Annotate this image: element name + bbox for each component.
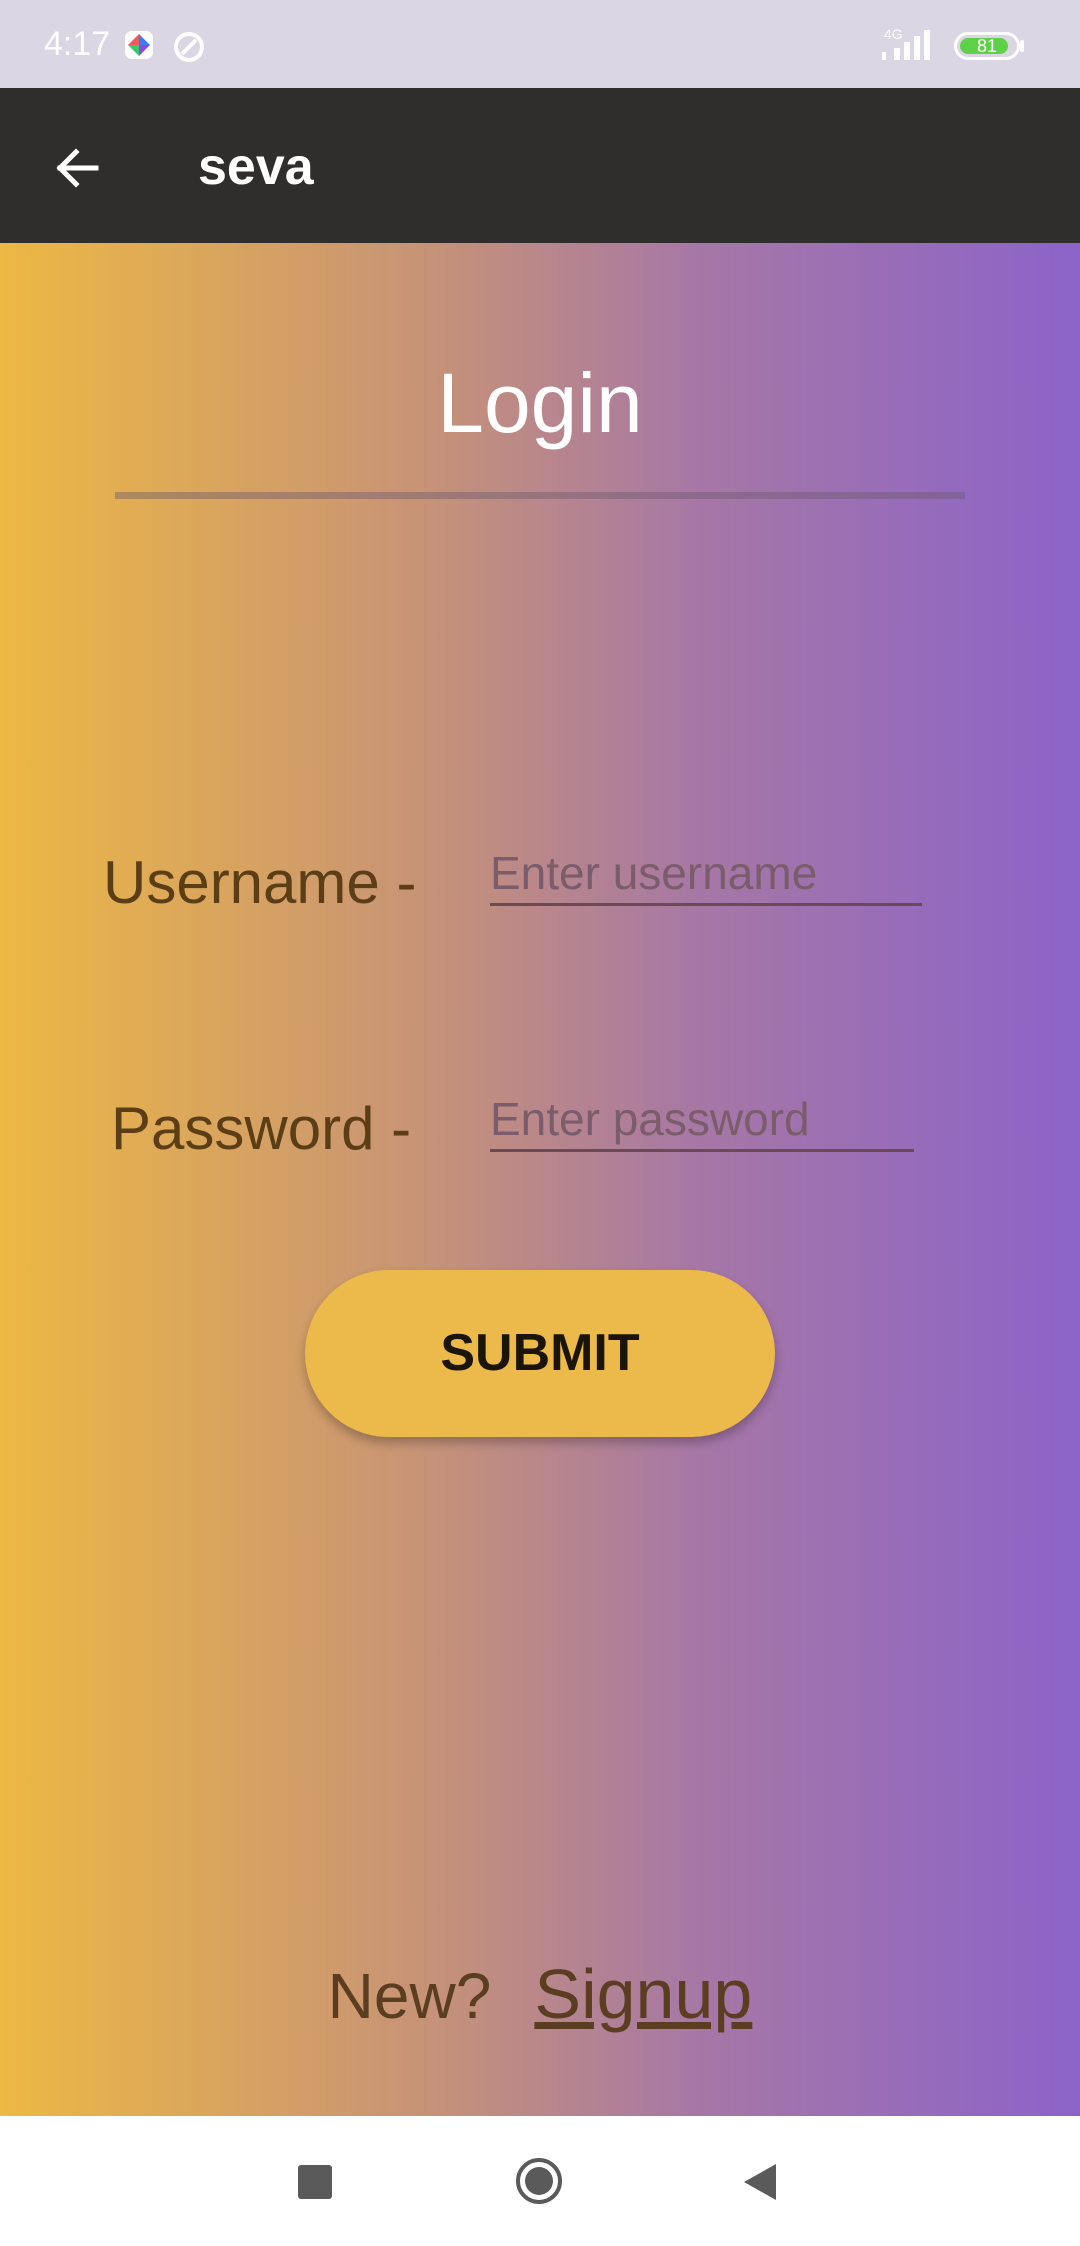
- title-divider: [115, 492, 965, 499]
- password-input[interactable]: [490, 1089, 914, 1152]
- battery-icon: 81: [954, 32, 1020, 60]
- signup-row: New? Signup: [0, 1954, 1080, 2034]
- login-screen: 4:17 4G 81 seva Login Username - Enter u…: [0, 0, 1080, 2246]
- signal-icon: [882, 30, 930, 60]
- recent-apps-icon[interactable]: [298, 2165, 332, 2199]
- battery-tip: [1020, 40, 1024, 52]
- app-bar: seva: [0, 88, 1080, 243]
- signup-link[interactable]: Signup: [534, 1955, 752, 2033]
- password-label: Password -: [111, 1095, 412, 1162]
- submit-button[interactable]: SUBMIT: [305, 1270, 775, 1437]
- signup-prompt: New?: [327, 1960, 492, 2032]
- username-label: Username -: [103, 849, 417, 916]
- username-input[interactable]: [490, 843, 922, 906]
- app-notification-icon: [125, 31, 153, 59]
- sync-icon: [174, 32, 204, 62]
- battery-level: 81: [976, 36, 998, 56]
- page-title: Login: [437, 356, 643, 450]
- status-time: 4:17: [44, 25, 111, 63]
- back-arrow-icon[interactable]: [52, 144, 100, 192]
- login-form-area: Login Username - Password - SUBMIT New? …: [0, 243, 1080, 2116]
- app-title: seva: [198, 138, 314, 196]
- nav-back-icon[interactable]: [742, 2162, 778, 2202]
- status-bar: 4:17 4G 81: [0, 0, 1080, 88]
- system-nav-bar: [0, 2116, 1080, 2246]
- home-icon[interactable]: [514, 2156, 564, 2206]
